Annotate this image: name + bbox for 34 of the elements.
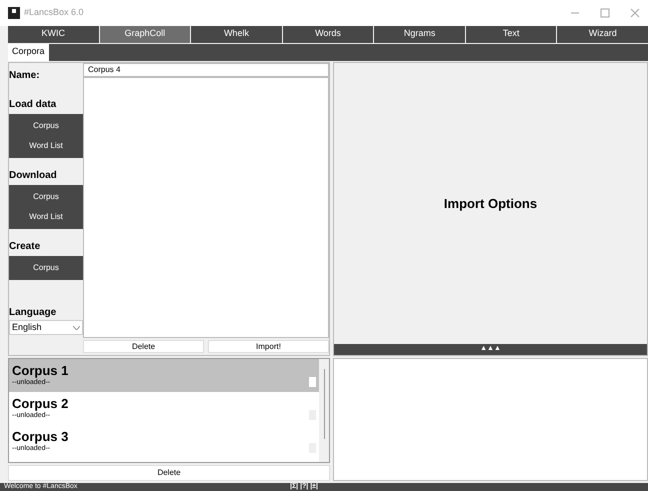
tab[interactable]: Words [282,26,374,43]
app-logo-icon [8,6,20,19]
tab[interactable]: Whelk [191,26,282,43]
corpus-name: Corpus 1 [12,362,70,378]
tab[interactable]: Wizard [557,26,648,43]
section-heading: Language [9,306,58,320]
menu-button[interactable]: Corpus [9,116,83,136]
action-button[interactable]: Delete [83,340,204,354]
panel-title: Import Options [444,194,538,213]
corpus-name: Corpus 3 [12,428,70,444]
tab[interactable]: Text [466,26,556,43]
maximize-icon[interactable] [600,8,610,18]
section-heading: Create [9,240,42,254]
menu-button[interactable]: Corpus [9,258,83,278]
field-label: Name: [9,68,41,82]
tab[interactable]: Corpora [8,44,49,60]
tab[interactable]: Ngrams [374,26,465,43]
action-button[interactable]: Import! [208,340,329,354]
tab[interactable]: KWIC [8,26,99,43]
name-field[interactable]: Corpus 4 [83,62,329,76]
section-heading: Download [9,168,58,182]
menu-button[interactable]: Corpus [9,186,83,206]
menu-button[interactable]: Word List [9,136,83,156]
tab[interactable]: GraphColl [100,26,190,43]
window-title: #LancsBox 6.0 [24,6,84,20]
corpus-name: Corpus 2 [12,396,70,411]
scrollbar[interactable] [319,359,329,462]
chevron-icon [73,326,80,330]
close-icon[interactable] [630,8,640,18]
menu-button[interactable]: Word List [9,206,83,226]
square-icon [309,376,316,387]
delete-button[interactable]: Delete [8,465,330,482]
language-dropdown[interactable]: English [9,320,83,336]
section-heading: Load data [9,98,58,112]
